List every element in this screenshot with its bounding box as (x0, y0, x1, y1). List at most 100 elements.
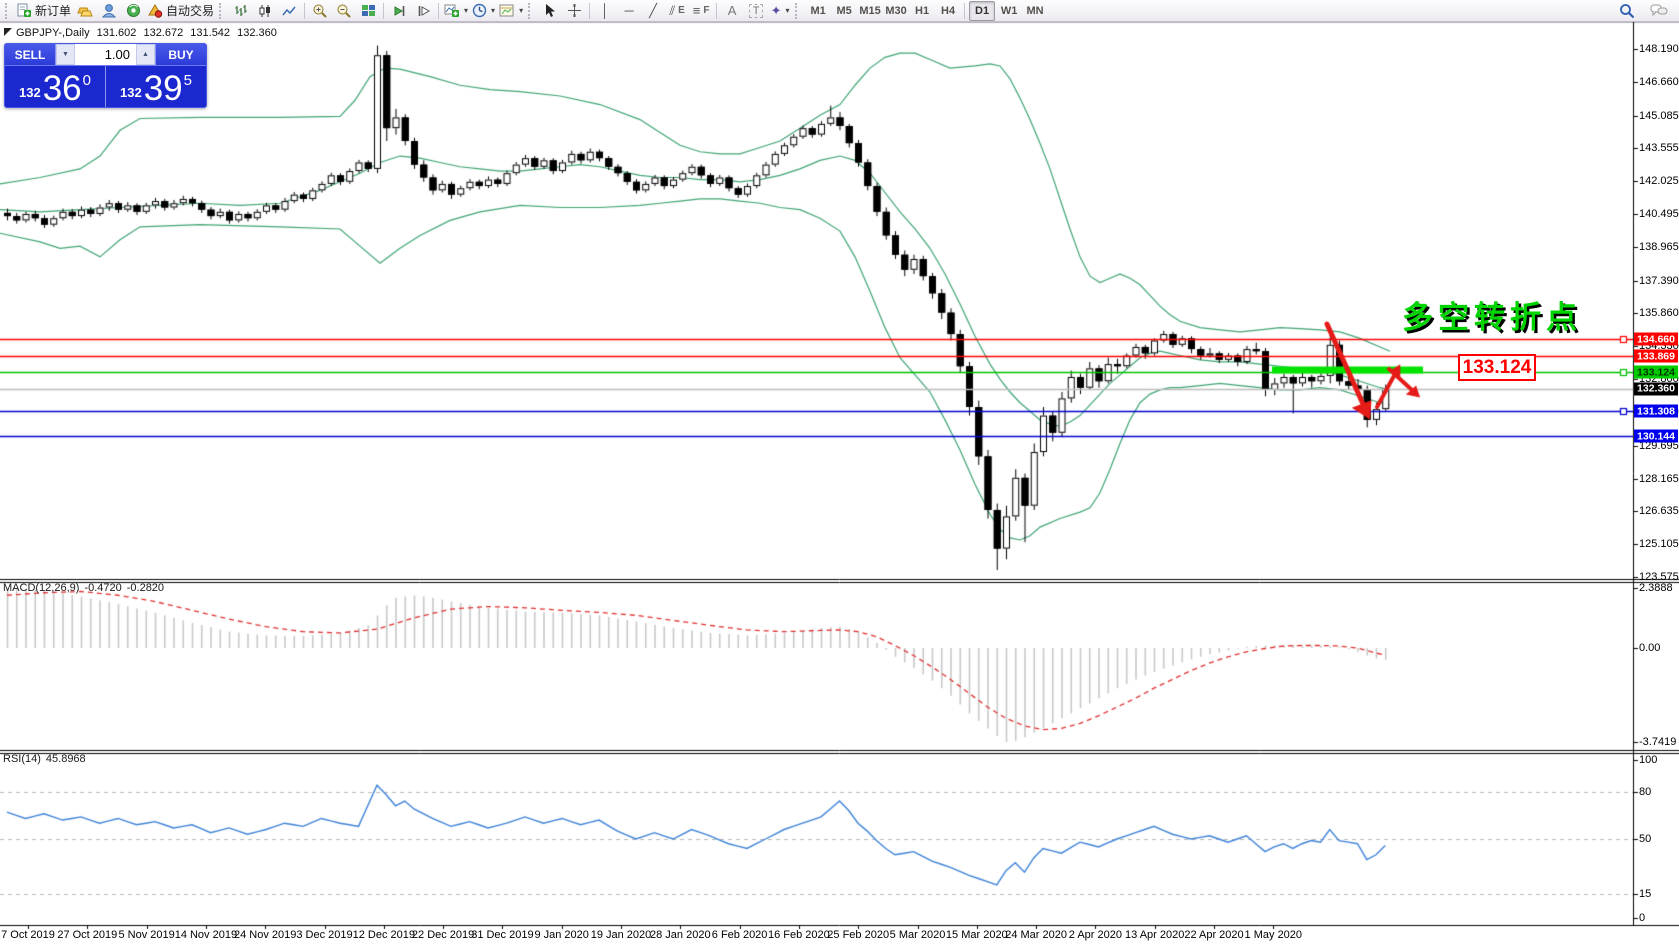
one-click-collapse-toggle[interactable] (4, 28, 12, 36)
price-tick-label: 138.965 (1639, 241, 1679, 253)
timeframe-button-m30[interactable]: M30 (884, 2, 908, 20)
one-click-trading-panel: SELL ▼ 1.00 ▲ BUY 132 36 0 132 39 5 (4, 43, 207, 108)
macd-label: MACD(12,26,9)-0.4720-0.2820 (3, 582, 169, 594)
timeframe-button-h1[interactable]: H1 (910, 2, 934, 20)
timeframe-button-m5[interactable]: M5 (832, 2, 856, 20)
price-tick-label: 137.390 (1639, 275, 1679, 287)
auto-trading-label: 自动交易 (166, 2, 214, 19)
toolbar-drag-handle[interactable] (219, 3, 226, 19)
new-order-button[interactable]: 新订单 (15, 1, 73, 21)
timeframe-bar: M1M5M15M30H1H4 D1W1MN (805, 1, 1048, 21)
line-chart-icon (282, 4, 297, 18)
channel-letter: E (678, 5, 685, 16)
fibonacci-tool-button[interactable]: ≡F (689, 1, 713, 21)
timeframe-button-m1[interactable]: M1 (806, 2, 830, 20)
horizontal-line-tool-button[interactable]: ─ (617, 1, 641, 21)
indicators-button[interactable]: ▾ (442, 1, 470, 21)
shapes-icon: ✦ (771, 4, 782, 17)
toolbar-separator (716, 3, 717, 19)
search-button[interactable] (1615, 1, 1639, 21)
turning-point-annotation: 多空转折点 (1402, 292, 1582, 337)
macd-value: -0.4720 (84, 582, 121, 594)
crosshair-tool-button[interactable] (562, 1, 586, 21)
price-tick-label: 142.025 (1639, 175, 1679, 187)
channel-icon: ⫽ (669, 4, 675, 17)
price-tick-label: 126.635 (1639, 505, 1679, 517)
mt4-window: 新订单 自动交易 ▾ ▾ ▾ │ ─ ╱ ⫽E ≡F (0, 0, 1679, 944)
channel-tool-button[interactable]: ⫽E (665, 1, 689, 21)
chart-canvas[interactable] (0, 22, 1679, 944)
volume-input[interactable]: 1.00 (75, 44, 136, 65)
macd-signal-value: -0.2820 (127, 582, 164, 594)
toolbar-drag-handle[interactable] (528, 3, 535, 19)
volume-increase-button[interactable]: ▲ (136, 44, 155, 65)
zoom-out-button[interactable] (332, 1, 356, 21)
price-level-badge: 130.144 (1634, 430, 1678, 443)
metaeditor-button[interactable] (97, 1, 121, 21)
text-label-tool-button[interactable]: T (744, 1, 768, 21)
close-value: 132.360 (237, 27, 277, 39)
price-level-badge: 134.660 (1634, 333, 1678, 346)
ask-prefix: 132 (120, 85, 142, 100)
auto-trading-icon (147, 3, 163, 18)
macd-tick-label: -3.7419 (1639, 736, 1676, 748)
bid-price-button[interactable]: 132 36 0 (5, 66, 106, 107)
timeframe-button-w1[interactable]: W1 (997, 2, 1021, 20)
macd-tick-label: 2.3888 (1639, 582, 1673, 594)
cursor-tool-button[interactable] (538, 1, 562, 21)
high-value: 132.672 (143, 27, 183, 39)
price-level-badge: 133.869 (1634, 350, 1678, 363)
timeframe-button-h4[interactable]: H4 (936, 2, 960, 20)
tile-windows-button[interactable] (356, 1, 380, 21)
timeframe-menu-button[interactable]: ▾ (470, 1, 497, 21)
low-value: 131.542 (190, 27, 230, 39)
vertical-line-tool-button[interactable]: │ (593, 1, 617, 21)
market-button[interactable] (73, 1, 97, 21)
line-chart-button[interactable] (277, 1, 301, 21)
auto-trading-button[interactable]: 自动交易 (145, 1, 216, 21)
chat-button[interactable] (1647, 1, 1671, 21)
dropdown-caret: ▾ (786, 6, 790, 15)
rsi-label: RSI(14) 45.8968 (3, 753, 91, 765)
chart-area: GBPJPY-,Daily 131.602 132.672 131.542 13… (0, 22, 1679, 944)
price-level-badge: 131.308 (1634, 405, 1678, 418)
arrows-tool-button[interactable]: ✦▾ (768, 1, 792, 21)
ask-price-button[interactable]: 132 39 5 (106, 66, 206, 107)
text-tool-icon: A (728, 4, 737, 17)
rsi-value: 45.8968 (46, 753, 86, 765)
trendline-tool-button[interactable]: ╱ (641, 1, 665, 21)
timeframe-button-d1[interactable]: D1 (969, 1, 995, 21)
text-tool-button[interactable]: A (720, 1, 744, 21)
auto-scroll-button[interactable] (387, 1, 411, 21)
timeframe-button-m15[interactable]: M15 (858, 2, 882, 20)
buy-button[interactable]: BUY (156, 44, 206, 65)
gold-ingot-icon (77, 4, 93, 18)
bar-chart-button[interactable] (229, 1, 253, 21)
rsi-tick-label: 0 (1639, 912, 1645, 924)
timeframe-button-mn[interactable]: MN (1023, 2, 1047, 20)
toolbar-drag-handle[interactable] (795, 3, 802, 19)
price-callout-box: 133.124 (1458, 354, 1536, 381)
templates-button[interactable]: ▾ (497, 1, 525, 21)
chart-shift-button[interactable] (411, 1, 435, 21)
zoom-in-icon (312, 3, 328, 19)
chart-shift-icon (416, 4, 431, 18)
rsi-tick-label: 100 (1639, 754, 1657, 766)
trendline-icon: ╱ (649, 4, 657, 17)
toolbar-drag-handle[interactable] (5, 3, 12, 19)
zoom-out-icon (336, 3, 352, 19)
candlestick-chart-button[interactable] (253, 1, 277, 21)
template-icon (499, 3, 515, 18)
sell-button[interactable]: SELL (5, 44, 55, 65)
price-tick-label: 145.085 (1639, 110, 1679, 122)
macd-tick-label: 0.00 (1639, 642, 1660, 654)
price-level-badge: 133.124 (1634, 366, 1678, 379)
signals-button[interactable] (121, 1, 145, 21)
rsi-tick-label: 50 (1639, 833, 1651, 845)
rsi-title: RSI(14) (3, 753, 41, 765)
zoom-in-button[interactable] (308, 1, 332, 21)
volume-decrease-button[interactable]: ▼ (56, 44, 75, 65)
toolbar-separator (964, 3, 965, 19)
auto-scroll-icon (392, 4, 407, 18)
dropdown-caret: ▾ (491, 6, 495, 15)
